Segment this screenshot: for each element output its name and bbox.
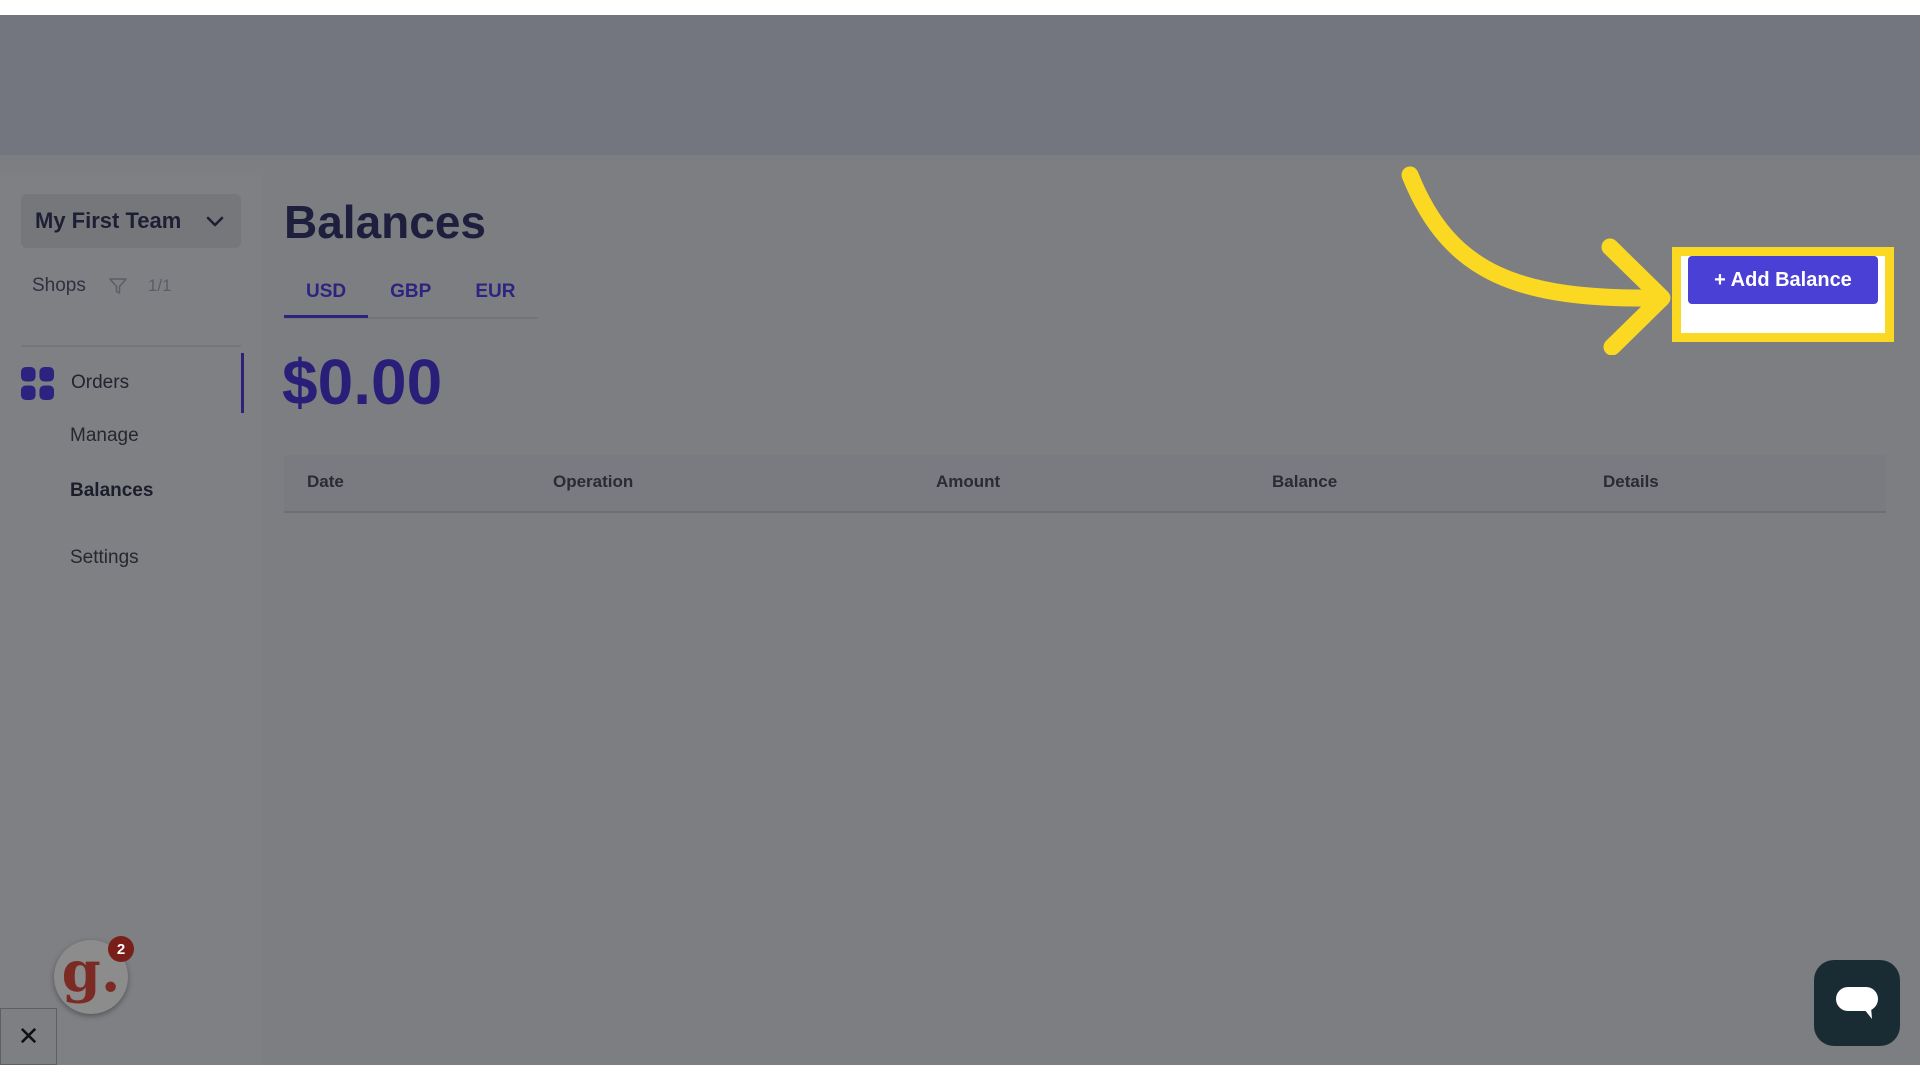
shops-row: Shops 1/1 <box>32 275 172 297</box>
balance-amount: $0.00 <box>282 346 443 418</box>
filter-icon[interactable] <box>108 276 128 296</box>
shops-count: 1/1 <box>147 276 172 295</box>
column-header-amount: Amount <box>936 472 1001 491</box>
column-header-details: Details <box>1603 472 1659 491</box>
tab-eur[interactable]: EUR <box>453 275 537 315</box>
assistant-avatar[interactable]: g. 2 <box>54 936 134 1014</box>
page-title: Balances <box>284 196 487 248</box>
notification-badge: 2 <box>108 936 134 962</box>
table-header: Date Operation Amount Balance Details <box>284 455 1886 513</box>
column-header-date: Date <box>307 472 344 491</box>
bottom-strip <box>0 1065 1920 1080</box>
currency-tabs: USD GBP EUR <box>284 275 538 319</box>
arrow-pointer-icon <box>1401 166 1671 355</box>
sidebar: My First Team Shops 1/1 Orders Manage Ba… <box>0 175 262 1065</box>
chat-launcher-button[interactable] <box>1814 960 1900 1046</box>
chat-bubble-icon <box>1836 987 1878 1019</box>
grid-icon <box>20 366 55 400</box>
chevron-down-icon <box>206 216 224 227</box>
sidebar-divider <box>21 345 241 347</box>
column-header-balance: Balance <box>1272 472 1338 491</box>
tab-usd[interactable]: USD <box>284 275 369 318</box>
team-selector[interactable]: My First Team <box>21 194 241 248</box>
active-indicator <box>241 353 244 413</box>
sidebar-item-label: Orders <box>71 372 130 393</box>
tab-gbp[interactable]: GBP <box>368 275 453 315</box>
sidebar-item-balances[interactable]: Balances <box>70 480 153 502</box>
column-header-operation: Operation <box>553 472 634 491</box>
sidebar-item-orders[interactable]: Orders <box>20 353 244 413</box>
sidebar-item-settings[interactable]: Settings <box>70 547 139 569</box>
top-banner <box>0 15 1920 155</box>
team-name: My First Team <box>35 208 182 233</box>
app-screen: My First Team Shops 1/1 Orders Manage Ba… <box>0 15 1920 1065</box>
close-button[interactable]: ✕ <box>0 1008 57 1065</box>
shops-label: Shops <box>32 275 86 296</box>
sidebar-item-manage[interactable]: Manage <box>70 425 139 447</box>
add-balance-button[interactable]: + Add Balance <box>1688 256 1878 304</box>
